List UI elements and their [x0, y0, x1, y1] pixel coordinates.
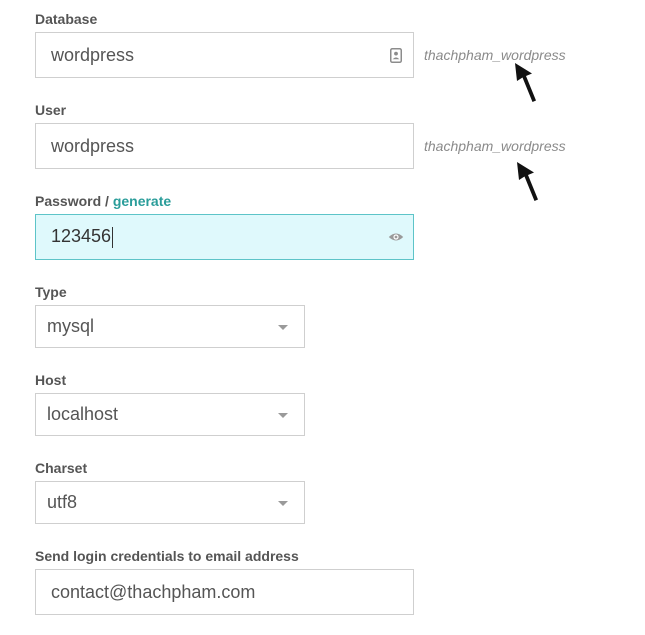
pointer-arrow-icon	[515, 63, 536, 102]
database-input[interactable]: wordpress	[35, 32, 414, 78]
user-label: User	[35, 102, 67, 118]
contact-card-icon[interactable]	[388, 47, 404, 63]
chevron-down-icon	[278, 324, 288, 330]
password-value: 123456	[51, 226, 114, 248]
host-selected-value: localhost	[47, 404, 119, 424]
eye-icon[interactable]	[388, 229, 404, 245]
type-label: Type	[35, 284, 67, 300]
password-input[interactable]: 123456	[35, 214, 414, 260]
user-value: wordpress	[51, 135, 135, 156]
text-caret	[112, 226, 114, 248]
database-label: Database	[35, 11, 98, 27]
host-select[interactable]: localhost	[35, 393, 305, 436]
database-hint: thachpham_wordpress	[424, 47, 566, 63]
email-value: contact@thachpham.com	[51, 581, 256, 602]
charset-selected-value: utf8	[47, 492, 78, 512]
pointer-arrow-icon	[517, 162, 538, 201]
charset-label: Charset	[35, 460, 88, 476]
type-selected-value: mysql	[47, 316, 95, 336]
database-value: wordpress	[51, 44, 135, 65]
charset-select[interactable]: utf8	[35, 481, 305, 524]
user-input[interactable]: wordpress	[35, 123, 414, 169]
chevron-down-icon	[278, 412, 288, 418]
email-field[interactable]: contact@thachpham.com	[35, 569, 414, 615]
generate-password-link[interactable]: generate	[113, 193, 171, 209]
password-label: Password / generate	[35, 193, 172, 209]
chevron-down-icon	[278, 500, 288, 506]
password-label-separator: /	[101, 193, 113, 209]
host-label: Host	[35, 372, 67, 388]
user-hint: thachpham_wordpress	[424, 138, 566, 154]
type-select[interactable]: mysql	[35, 305, 305, 348]
email-label: Send login credentials to email address	[35, 548, 299, 564]
